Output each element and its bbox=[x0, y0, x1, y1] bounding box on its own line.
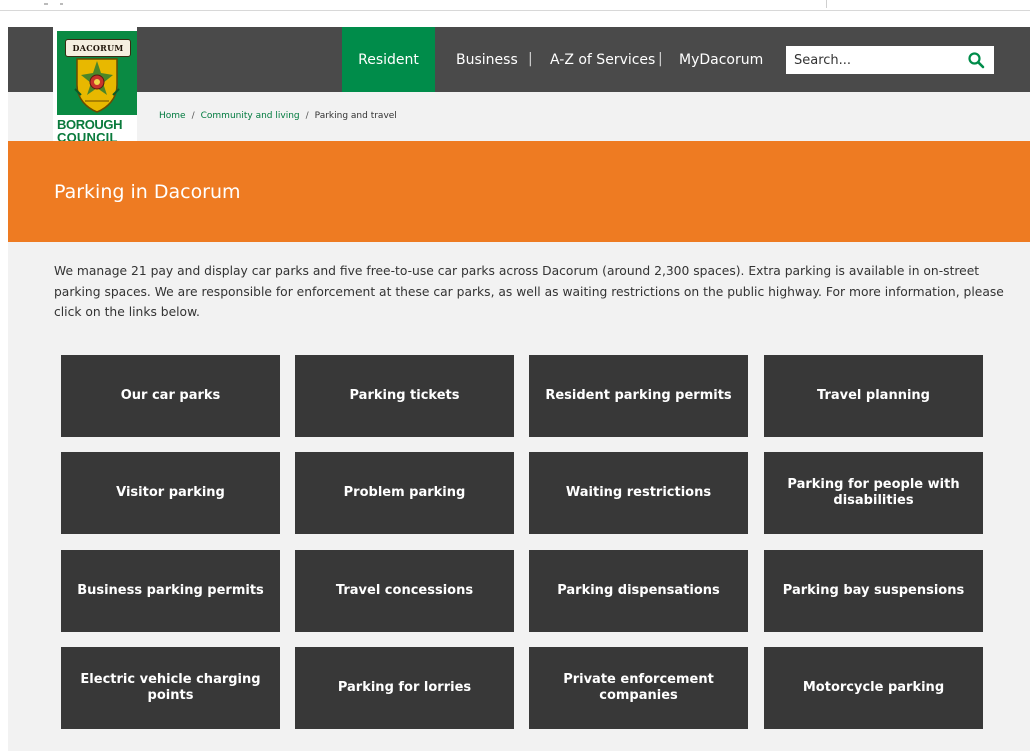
tile-parking-dispensations[interactable]: Parking dispensations bbox=[529, 550, 748, 632]
breadcrumb: Home / Community and living / Parking and tr… bbox=[159, 111, 397, 121]
nav-a-z-services[interactable]: A-Z of Services bbox=[550, 27, 655, 92]
top-navigation: Resident Business | A-Z of Services | My… bbox=[8, 27, 1030, 92]
search-box bbox=[786, 46, 994, 74]
page-header-banner: Parking in Dacorum bbox=[8, 141, 1030, 242]
tile-waiting-restrictions[interactable]: Waiting restrictions bbox=[529, 452, 748, 534]
tile-parking-disabilities[interactable]: Parking for people with disabilities bbox=[764, 452, 983, 534]
logo-crest-background: DACORUM bbox=[57, 31, 137, 115]
logo-text-line1: BOROUGH bbox=[57, 117, 123, 132]
nav-resident[interactable]: Resident bbox=[342, 27, 435, 92]
shield-icon bbox=[74, 58, 120, 113]
nav-business[interactable]: Business bbox=[456, 27, 518, 92]
browser-control bbox=[60, 3, 63, 5]
tile-parking-tickets[interactable]: Parking tickets bbox=[295, 355, 514, 437]
breadcrumb-home[interactable]: Home bbox=[159, 111, 186, 121]
tile-travel-concessions[interactable]: Travel concessions bbox=[295, 550, 514, 632]
breadcrumb-community-and-living[interactable]: Community and living bbox=[201, 111, 300, 121]
tile-parking-for-lorries[interactable]: Parking for lorries bbox=[295, 647, 514, 729]
page-title: Parking in Dacorum bbox=[54, 181, 241, 203]
tile-visitor-parking[interactable]: Visitor parking bbox=[61, 452, 280, 534]
intro-text: We manage 21 pay and display car parks a… bbox=[54, 264, 1004, 319]
council-logo[interactable]: DACORUM BOROUGH COUNCIL bbox=[53, 27, 137, 149]
nav-mydacorum[interactable]: MyDacorum bbox=[679, 27, 763, 92]
tile-our-car-parks[interactable]: Our car parks bbox=[61, 355, 280, 437]
tile-travel-planning[interactable]: Travel planning bbox=[764, 355, 983, 437]
tile-parking-bay-suspensions[interactable]: Parking bay suspensions bbox=[764, 550, 983, 632]
tile-motorcycle-parking[interactable]: Motorcycle parking bbox=[764, 647, 983, 729]
tile-problem-parking[interactable]: Problem parking bbox=[295, 452, 514, 534]
search-icon[interactable] bbox=[967, 51, 985, 69]
nav-separator: | bbox=[528, 51, 533, 67]
page: Resident Business | A-Z of Services | My… bbox=[8, 27, 1030, 751]
search-input[interactable] bbox=[786, 46, 956, 74]
tile-private-enforcement[interactable]: Private enforcement companies bbox=[529, 647, 748, 729]
browser-divider bbox=[826, 0, 827, 8]
breadcrumb-current: Parking and travel bbox=[314, 111, 397, 121]
tile-electric-vehicle-charging[interactable]: Electric vehicle charging points bbox=[61, 647, 280, 729]
nav-separator: | bbox=[658, 51, 663, 67]
tile-business-parking-permits[interactable]: Business parking permits bbox=[61, 550, 280, 632]
breadcrumb-separator: / bbox=[191, 111, 195, 121]
tile-resident-parking-permits[interactable]: Resident parking permits bbox=[529, 355, 748, 437]
breadcrumb-separator: / bbox=[305, 111, 309, 121]
browser-control bbox=[44, 3, 48, 5]
browser-top-strip bbox=[0, 0, 1030, 11]
